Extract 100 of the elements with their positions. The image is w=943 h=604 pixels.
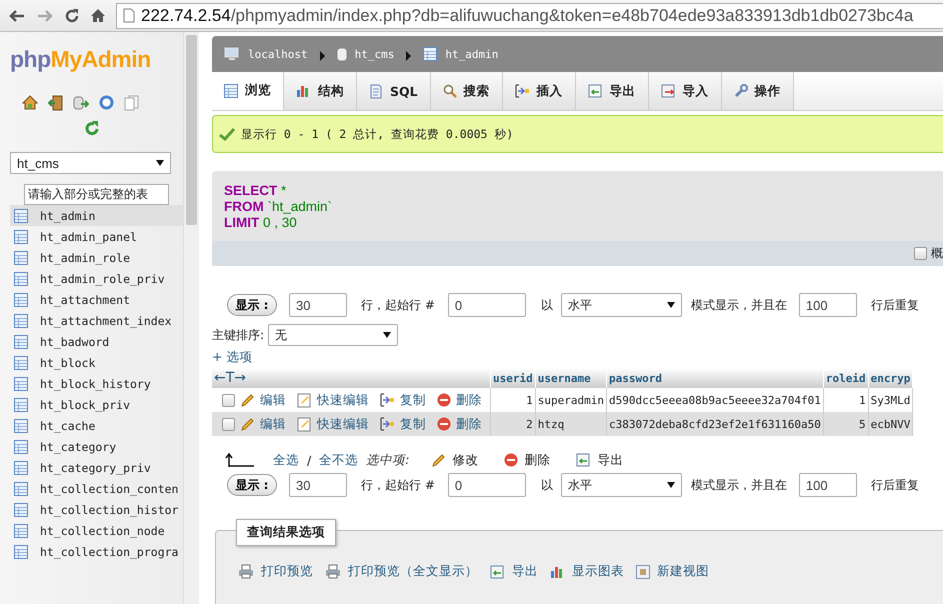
row-action-link[interactable]: 编辑 [260, 392, 286, 408]
table-list-item[interactable]: ht_admin_role [10, 247, 183, 268]
table-list-item[interactable]: ht_admin [10, 205, 183, 226]
sort-select[interactable]: 无 [268, 324, 398, 346]
corner-arrow-icon [225, 453, 255, 467]
home-icon[interactable] [22, 95, 38, 110]
profiling-checkbox[interactable] [914, 247, 927, 260]
result-option-link[interactable]: 打印预览 [261, 563, 313, 580]
table-cell: 2 [490, 412, 536, 436]
table-list-item[interactable]: ht_collection_histor [10, 499, 183, 520]
table-list-item[interactable]: ht_collection_progra [10, 541, 183, 562]
view-icon [636, 564, 650, 578]
table-list-item[interactable]: ht_category_priv [10, 457, 183, 478]
row-action-link[interactable]: 快速编辑 [317, 392, 369, 408]
table-list-item[interactable]: ht_block [10, 352, 183, 373]
scrollbar-thumb[interactable] [186, 35, 197, 225]
database-select[interactable]: ht_cms [10, 152, 171, 174]
row-action-link[interactable]: 复制 [400, 416, 426, 432]
row-action-link[interactable]: 复制 [400, 392, 426, 408]
tab[interactable]: 浏览 [212, 72, 284, 110]
table-list-item[interactable]: ht_collection_conten [10, 478, 183, 499]
documents-icon[interactable] [124, 95, 139, 111]
column-header[interactable]: encryp [868, 368, 913, 388]
exit-door-icon[interactable] [48, 95, 63, 111]
column-header: ←T→ [212, 368, 490, 388]
mode-display-label: 模式显示，并且在 [690, 476, 787, 494]
show-button[interactable]: 显示 : [227, 294, 277, 316]
chart-icon [550, 564, 565, 578]
dropdown-caret-icon [383, 332, 392, 338]
column-header[interactable]: username [535, 368, 606, 388]
start-row-input[interactable]: 0 [448, 293, 526, 317]
table-list-item[interactable]: ht_attachment_index [10, 310, 183, 331]
table-list-item[interactable]: ht_block_priv [10, 394, 183, 415]
mode-select[interactable]: 水平 [560, 293, 682, 317]
table-icon [423, 47, 438, 61]
start-row-label: 行，起始行 # [361, 476, 435, 494]
breadcrumb-link[interactable]: ht_cms [354, 48, 394, 60]
table-cell: htzq [535, 412, 606, 436]
options-link[interactable]: + 选项 [212, 349, 943, 366]
printer-icon [238, 564, 254, 579]
table-cell: 5 [823, 412, 868, 436]
dropdown-caret-icon [156, 160, 164, 166]
export-icon [490, 564, 505, 578]
reload-icon[interactable] [84, 121, 98, 136]
tab[interactable]: 结构 [284, 72, 357, 110]
tab[interactable]: 导出 [576, 72, 649, 110]
table-icon [14, 460, 28, 474]
home-icon[interactable] [90, 8, 106, 23]
forward-icon[interactable] [36, 8, 54, 22]
table-list-item[interactable]: ht_badword [10, 331, 183, 352]
start-row-label: 行，起始行 # [361, 296, 435, 314]
result-option-link[interactable]: 显示图表 [572, 563, 624, 580]
tab[interactable]: 导入 [648, 72, 722, 110]
row-checkbox[interactable] [222, 394, 235, 406]
column-header[interactable]: userid [490, 368, 536, 388]
breadcrumb-link[interactable]: ht_admin [445, 48, 498, 60]
result-option-link[interactable]: 新建视图 [657, 563, 709, 580]
bulk-action-button[interactable]: 删除 [524, 452, 550, 468]
tab[interactable]: 操作 [722, 72, 794, 110]
reload-icon[interactable] [64, 8, 80, 24]
table-list-item[interactable]: ht_admin_panel [10, 226, 183, 247]
table-list-item[interactable]: ht_cache [10, 415, 183, 436]
bulk-action-button[interactable]: 导出 [597, 452, 624, 468]
table-list-item[interactable]: ht_admin_role_priv [10, 268, 183, 289]
tab[interactable]: SQL [357, 72, 431, 110]
printer-icon [325, 564, 341, 579]
tab[interactable]: 插入 [502, 72, 576, 110]
result-option-link[interactable]: 导出 [512, 563, 538, 580]
mode-select[interactable]: 水平 [560, 473, 682, 497]
repeat-headers-input[interactable]: 100 [798, 473, 857, 497]
column-header[interactable]: roleid [823, 368, 868, 388]
table-icon [14, 440, 28, 454]
rows-input[interactable]: 30 [289, 473, 347, 497]
row-action-link[interactable]: 快速编辑 [317, 416, 369, 432]
start-row-input[interactable]: 0 [448, 473, 526, 497]
result-option-link[interactable]: 打印预览（全文显示） [348, 563, 478, 580]
show-button[interactable]: 显示 : [227, 474, 277, 496]
row-checkbox[interactable] [222, 418, 235, 430]
row-action-link[interactable]: 删除 [456, 392, 482, 408]
database-arrow-icon[interactable] [73, 95, 89, 111]
table-list-item[interactable]: ht_category [10, 436, 183, 457]
table-list-item[interactable]: ht_attachment [10, 289, 183, 310]
bulk-action-button[interactable]: 修改 [452, 452, 478, 468]
check-all-link[interactable]: 全选 [273, 452, 299, 468]
address-bar[interactable]: 222.74.2.54/phpmyadmin/index.php?db=alifuwuchang&token=e48b704ede93a833913db1db0273bc4a [116, 2, 943, 28]
uncheck-all-link[interactable]: 全不选 [319, 452, 358, 468]
mode-display-label: 模式显示，并且在 [690, 296, 787, 314]
row-action-link[interactable]: 编辑 [260, 416, 286, 432]
table-list-item[interactable]: ht_collection_node [10, 520, 183, 541]
breadcrumb-link[interactable]: localhost [248, 48, 308, 60]
back-icon[interactable] [8, 8, 26, 22]
table-filter-field[interactable]: 请输入部分或完整的表 [24, 184, 169, 205]
column-header[interactable]: password [606, 368, 824, 388]
phpmyadmin-logo[interactable]: phpMyAdmin [10, 46, 183, 73]
rows-input[interactable]: 30 [289, 293, 347, 317]
tab[interactable]: 搜索 [430, 72, 503, 110]
table-icon [14, 208, 28, 222]
table-list-item[interactable]: ht_block_history [10, 373, 183, 394]
repeat-headers-input[interactable]: 100 [798, 293, 857, 317]
row-action-link[interactable]: 删除 [456, 416, 482, 432]
